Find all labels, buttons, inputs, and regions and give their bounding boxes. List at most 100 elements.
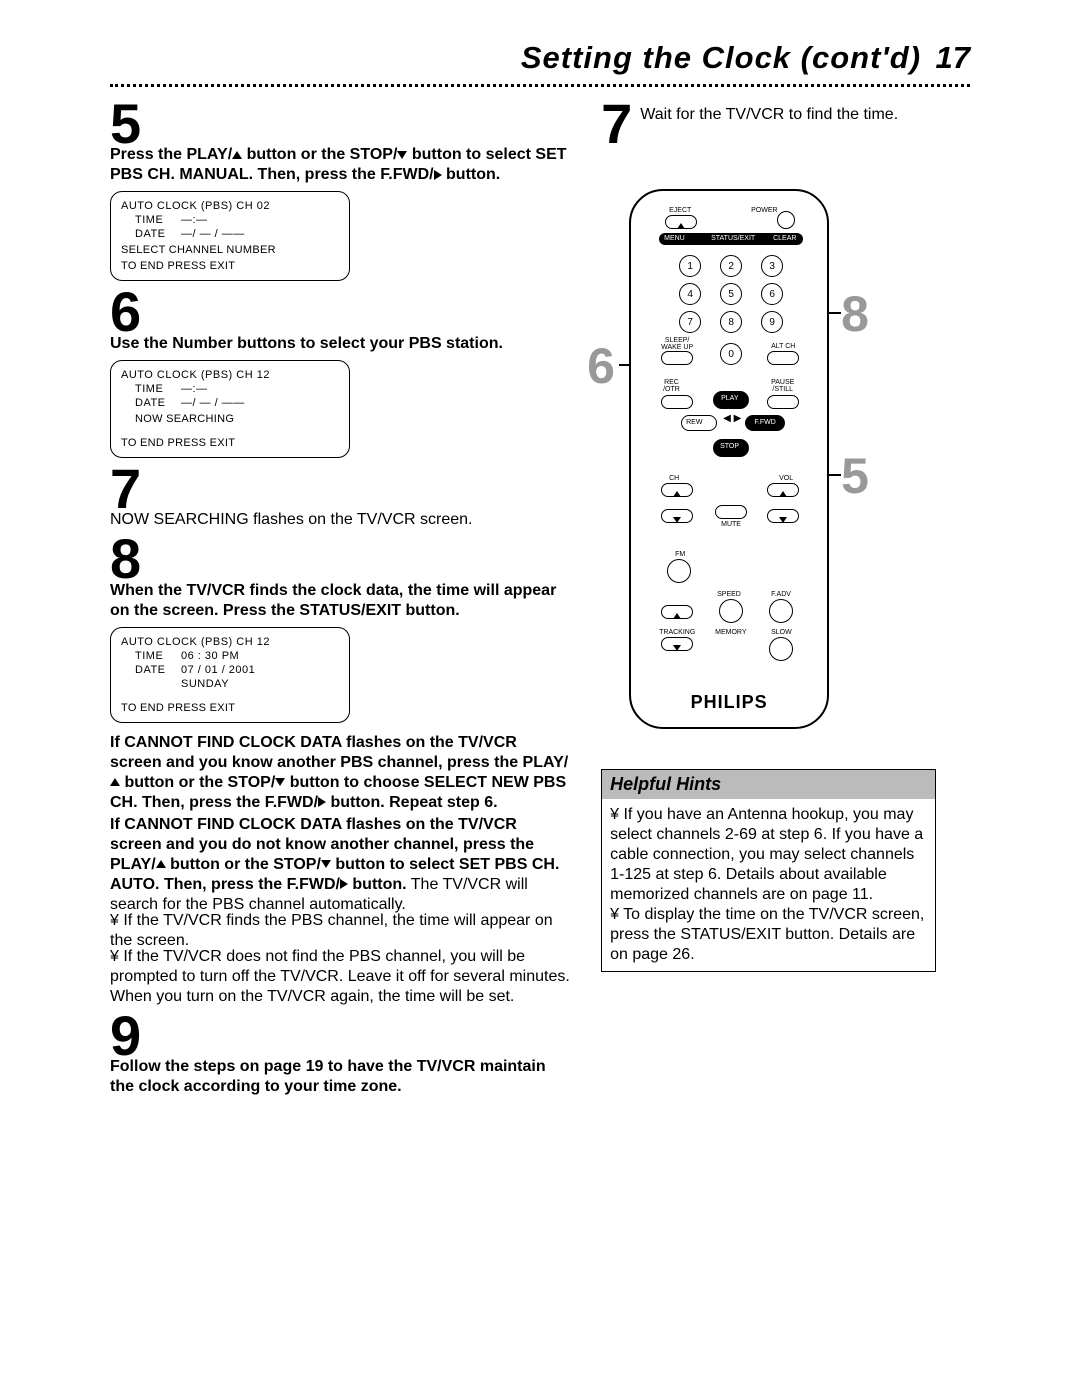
page-title: Setting the Clock (cont'd) — [521, 40, 921, 75]
screen-display-1: AUTO CLOCK (PBS) CH 02 TIME—:— DATE—/ — … — [110, 191, 350, 281]
step-9-number: 9 — [110, 1011, 571, 1061]
mute-label: MUTE — [721, 521, 741, 528]
vol-label: VOL — [779, 475, 793, 482]
step-8-text: When the TV/VCR finds the clock data, th… — [110, 581, 571, 621]
rec-button — [661, 395, 693, 409]
bullet-2: ¥ If the TV/VCR does not find the PBS ch… — [110, 947, 571, 1007]
left-column: 5 Press the PLAY/ button or the STOP/ bu… — [110, 95, 571, 1097]
clear-label: CLEAR — [773, 235, 796, 242]
num-4: 4 — [679, 283, 701, 305]
num-0: 0 — [720, 343, 742, 365]
up-icon — [673, 613, 681, 619]
speed-button — [719, 599, 743, 623]
right-step-7-number: 7 — [601, 99, 632, 149]
nav-arrows-icon: ◀ ▶ — [723, 413, 741, 424]
sleep-label: SLEEP/ WAKE UP — [661, 337, 693, 351]
power-label: POWER — [751, 207, 777, 214]
callout-8: 8 — [841, 285, 869, 343]
up-icon — [673, 491, 681, 497]
altch-button — [767, 351, 799, 365]
right-icon — [340, 879, 348, 889]
num-7: 7 — [679, 311, 701, 333]
slow-button — [769, 637, 793, 661]
eject-label: EJECT — [669, 207, 691, 214]
eject-icon — [677, 223, 685, 229]
pause-label: PAUSE /STILL — [771, 379, 794, 393]
header-rule — [110, 84, 970, 87]
num-9: 9 — [761, 311, 783, 333]
up-icon — [779, 491, 787, 497]
fadv-label: F.ADV — [771, 591, 791, 598]
num-1: 1 — [679, 255, 701, 277]
page-number: 17 — [936, 40, 970, 75]
tracking-down — [661, 637, 693, 651]
vol-up — [767, 483, 799, 497]
slow-label: SLOW — [771, 629, 792, 636]
status-label: STATUS/EXIT — [711, 235, 755, 242]
mute-button — [715, 505, 747, 519]
eject-button — [665, 215, 697, 229]
hint-1: ¥ If you have an Antenna hookup, you may… — [610, 805, 927, 905]
step-5-number: 5 — [110, 99, 571, 149]
step-6-number: 6 — [110, 287, 571, 337]
tracking-up — [661, 605, 693, 619]
fadv-button — [769, 599, 793, 623]
hints-heading: Helpful Hints — [602, 770, 935, 799]
screen-display-3: AUTO CLOCK (PBS) CH 12 TIME06 : 30 PM DA… — [110, 627, 350, 723]
hint-2: ¥ To display the time on the TV/VCR scre… — [610, 905, 927, 965]
ch-label: CH — [669, 475, 679, 482]
pause-button — [767, 395, 799, 409]
num-2: 2 — [720, 255, 742, 277]
cannot-find-para-1: If CANNOT FIND CLOCK DATA flashes on the… — [110, 733, 571, 813]
stop-label: STOP — [720, 443, 739, 450]
brand-label: PHILIPS — [631, 692, 827, 713]
step-5-text: Press the PLAY/ button or the STOP/ butt… — [110, 145, 571, 185]
right-icon — [318, 797, 326, 807]
right-icon — [434, 170, 442, 180]
step-9-text: Follow the steps on page 19 to have the … — [110, 1057, 571, 1097]
up-icon — [156, 860, 166, 868]
rec-label: REC /OTR — [663, 379, 680, 393]
down-icon — [275, 778, 285, 786]
fm-button — [667, 559, 691, 583]
right-step-7-text: Wait for the TV/VCR to find the time. — [640, 105, 898, 149]
callout-6: 6 — [587, 337, 615, 395]
ffwd-button: F.FWD — [745, 415, 785, 431]
cannot-find-para-2: If CANNOT FIND CLOCK DATA flashes on the… — [110, 815, 571, 915]
num-5: 5 — [720, 283, 742, 305]
screen-display-2: AUTO CLOCK (PBS) CH 12 TIME—:— DATE—/ — … — [110, 360, 350, 458]
sleep-button — [661, 351, 693, 365]
ch-down — [661, 509, 693, 523]
vol-down — [767, 509, 799, 523]
up-icon — [232, 151, 242, 159]
speed-label: SPEED — [717, 591, 741, 598]
ch-up — [661, 483, 693, 497]
rew-button: REW — [681, 415, 717, 431]
bullet-1: ¥ If the TV/VCR finds the PBS channel, t… — [110, 911, 571, 951]
remote-diagram: 6 8 5 EJECT POWER MENU STATUS/EXIT CLEAR… — [629, 189, 970, 729]
step-6-text: Use the Number buttons to select your PB… — [110, 334, 571, 354]
right-column: 7 Wait for the TV/VCR to find the time. … — [601, 95, 970, 1097]
menu-label: MENU — [664, 235, 685, 242]
step-7-number: 7 — [110, 464, 571, 514]
power-button — [777, 211, 795, 229]
num-3: 3 — [761, 255, 783, 277]
remote-body: EJECT POWER MENU STATUS/EXIT CLEAR 1 2 3… — [629, 189, 829, 729]
down-icon — [673, 645, 681, 651]
down-icon — [321, 860, 331, 868]
page-header: Setting the Clock (cont'd) 17 — [110, 40, 970, 76]
down-icon — [779, 517, 787, 523]
tracking-label: TRACKING — [659, 629, 695, 636]
down-icon — [673, 517, 681, 523]
step-8-number: 8 — [110, 534, 571, 584]
step-7-text: NOW SEARCHING flashes on the TV/VCR scre… — [110, 510, 571, 530]
num-6: 6 — [761, 283, 783, 305]
down-icon — [397, 151, 407, 159]
fm-label: FM — [675, 551, 685, 558]
callout-5: 5 — [841, 447, 869, 505]
memory-label: MEMORY — [715, 629, 746, 636]
play-label: PLAY — [721, 395, 738, 402]
num-8: 8 — [720, 311, 742, 333]
up-icon — [110, 778, 120, 786]
altch-label: ALT CH — [771, 343, 795, 350]
